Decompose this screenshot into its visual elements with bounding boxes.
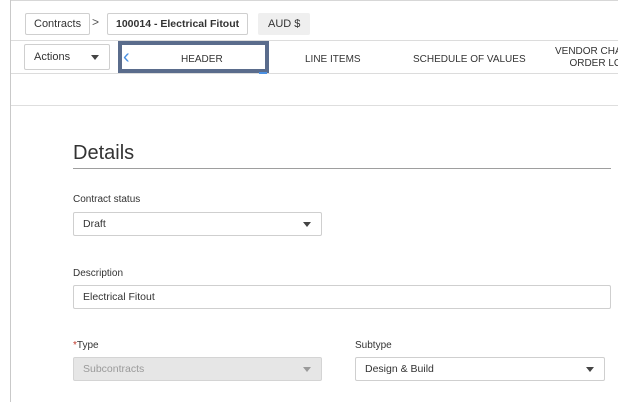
type-value: Subcontracts [83,363,145,375]
app-frame: Contracts > 100014 - Electrical Fitout A… [10,0,618,402]
tab-vendor-line2: ORDER LO [569,58,618,69]
contract-status-select[interactable]: Draft [73,212,322,236]
description-input[interactable]: Electrical Fitout [73,285,611,309]
details-panel: Details Contract status Draft Descriptio… [11,106,618,402]
tab-vendor-line1: VENDOR CHA [555,46,618,57]
breadcrumb-bar: Contracts > 100014 - Electrical Fitout A… [11,0,618,40]
chevron-down-icon [586,367,594,372]
type-select: Subcontracts [73,357,322,381]
breadcrumb-current-contract[interactable]: 100014 - Electrical Fitout [107,13,249,35]
section-divider [73,168,611,169]
chevron-left-icon[interactable]: ‹ [123,47,130,67]
chevron-down-icon [303,367,311,372]
chevron-down-icon [91,55,99,60]
description-label: Description [73,268,124,279]
toolbar-area [11,74,618,106]
subtype-select[interactable]: Design & Build [355,357,605,381]
type-label-text: Type [76,340,99,351]
subtype-label: Subtype [355,340,392,351]
tab-bar: Actions ‹ HEADER LINE ITEMS SCHEDULE OF … [11,40,618,74]
tab-header[interactable]: HEADER [181,54,223,66]
actions-dropdown[interactable]: Actions [24,44,110,70]
breadcrumb-contracts-link[interactable]: Contracts [25,13,91,35]
subtype-value: Design & Build [365,363,434,375]
contract-status-label: Contract status [73,194,141,205]
chevron-down-icon [303,222,311,227]
contract-status-value: Draft [83,218,106,230]
breadcrumb-separator: > [92,15,100,29]
actions-label: Actions [34,51,71,63]
section-title: Details [73,142,135,164]
tab-schedule-of-values[interactable]: SCHEDULE OF VALUES [413,54,526,66]
tab-vendor-change-order-log[interactable]: VENDOR CHA ORDER LO [555,46,618,70]
currency-badge: AUD $ [258,13,311,35]
description-value: Electrical Fitout [83,291,155,303]
type-label: *Type [73,340,99,351]
tab-line-items[interactable]: LINE ITEMS [305,54,361,66]
